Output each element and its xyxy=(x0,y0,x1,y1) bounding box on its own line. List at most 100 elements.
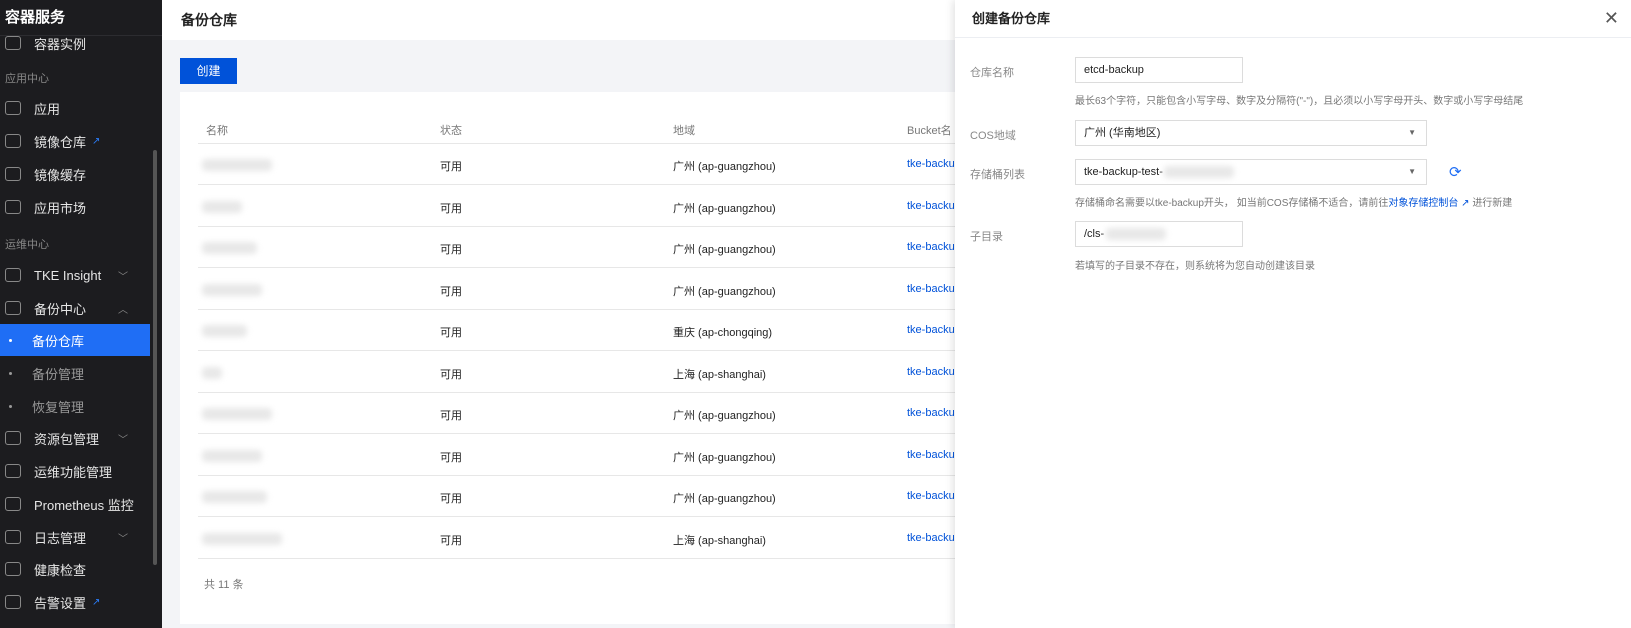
subdir-hint: 若填写的子目录不存在，则系统将为您自动创建该目录 xyxy=(1075,261,1315,272)
sidebar-item[interactable]: TKE Insight ﹀ xyxy=(0,259,150,291)
bullet-icon xyxy=(9,371,12,375)
close-icon[interactable]: ✕ xyxy=(1604,8,1619,29)
region-text: 广州 (ap-guangzhou) xyxy=(673,202,776,215)
sidebar-item[interactable]: 应用 xyxy=(0,92,150,124)
cos-console-link[interactable]: 对象存储控制台 xyxy=(1388,198,1458,209)
sidebar-item[interactable]: 日志管理 ﹀ xyxy=(0,521,150,553)
menu-icon xyxy=(5,497,21,511)
sidebar-item-label: 健康检查 xyxy=(34,562,87,578)
subdir-value: /cls- xyxy=(1084,228,1105,240)
bucket-value: tke-backup-test- xyxy=(1084,166,1163,178)
redacted-name xyxy=(202,449,262,462)
menu-icon xyxy=(5,101,21,115)
bucket-link[interactable]: tke-backu xyxy=(907,407,955,419)
sidebar-item[interactable]: 备份管理 xyxy=(0,357,150,389)
status-text: 可用 xyxy=(440,161,462,173)
sidebar-item-label: 应用市场 xyxy=(34,200,87,216)
caret-down-icon: ▼ xyxy=(1408,167,1416,176)
name-label: 仓库名称 xyxy=(970,67,1014,79)
sidebar-item[interactable]: 资源包管理 ﹀ xyxy=(0,422,150,454)
bucket-hint: 存储桶命名需要以tke-backup开头， 如当前COS存储桶不适合，请前往对象… xyxy=(1075,194,1512,209)
subdir-label: 子目录 xyxy=(970,231,1003,243)
table-row[interactable]: 可用 广州 (ap-guangzhou) tke-backu xyxy=(180,476,980,517)
sidebar-item-label: 运维功能管理 xyxy=(34,464,113,480)
bucket-link[interactable]: tke-backu xyxy=(907,366,955,378)
total-count: 共 11 条 xyxy=(204,579,244,591)
region-text: 广州 (ap-guangzhou) xyxy=(673,161,776,173)
sidebar-item[interactable]: 镜像仓库 ↗ xyxy=(0,125,150,157)
redacted-name xyxy=(202,491,267,503)
table-row[interactable]: 可用 上海 (ap-shanghai) tke-backu xyxy=(180,518,980,559)
cos-region-label: COS地域 xyxy=(970,130,1016,142)
sidebar-item[interactable]: 健康检查 xyxy=(0,553,150,585)
sidebar: 容器服务 容器实例 应用中心 应用 镜像仓库 ↗ 镜像缓存 应用市场 运维中心 TKE Insi… xyxy=(0,0,162,628)
create-button[interactable]: 创建 xyxy=(180,58,237,84)
table-row[interactable]: 可用 重庆 (ap-chongqing) tke-backu xyxy=(180,310,980,351)
page-title: 备份仓库 xyxy=(162,0,962,40)
sidebar-item-label: 镜像仓库 xyxy=(34,134,87,150)
sidebar-item-label: 日志管理 xyxy=(34,530,87,546)
subdir-input[interactable]: /cls- xyxy=(1075,221,1243,247)
sidebar-item[interactable]: 应用市场 xyxy=(0,191,150,223)
sidebar-item[interactable]: 备份仓库 xyxy=(0,324,150,356)
status-text: 可用 xyxy=(440,493,462,505)
sidebar-item-label: 告警设置 xyxy=(34,595,87,611)
cos-region-select[interactable]: 广州 (华南地区) ▼ xyxy=(1075,120,1427,146)
bucket-hint-suffix: 进行新建 xyxy=(1472,198,1513,209)
sidebar-item[interactable]: 备份中心 ︿ xyxy=(0,292,150,324)
sidebar-item[interactable]: 恢复管理 xyxy=(0,390,150,422)
sidebar-item[interactable]: Prometheus 监控 xyxy=(0,488,150,520)
chevron-up-icon: ︿ xyxy=(118,304,128,316)
external-link-icon: ↗ xyxy=(1458,198,1473,209)
table-row[interactable]: 可用 广州 (ap-guangzhou) tke-backu xyxy=(180,186,980,227)
bucket-link[interactable]: tke-backu xyxy=(907,283,955,295)
sidebar-item[interactable]: 告警设置 ↗ xyxy=(0,586,150,618)
bucket-hint-text: 存储桶命名需要以tke-backup开头， 如当前COS存储桶不适合，请前往 xyxy=(1075,198,1389,209)
table-row[interactable]: 可用 广州 (ap-guangzhou) tke-backu xyxy=(180,393,980,434)
sidebar-group-label: 运维中心 xyxy=(5,239,49,251)
region-text: 广州 (ap-guangzhou) xyxy=(673,244,776,256)
table-row[interactable]: 可用 广州 (ap-guangzhou) tke-backu xyxy=(180,269,980,310)
status-text: 可用 xyxy=(440,410,462,422)
caret-down-icon: ▼ xyxy=(1408,128,1416,137)
status-text: 可用 xyxy=(440,368,462,381)
bucket-link[interactable]: tke-backu xyxy=(907,241,955,253)
sidebar-item[interactable]: 镜像缓存 xyxy=(0,158,150,190)
table-row[interactable]: 可用 上海 (ap-shanghai) tke-backu xyxy=(180,352,980,393)
name-input[interactable]: etcd-backup xyxy=(1075,57,1243,83)
menu-icon xyxy=(5,562,21,576)
redacted-text xyxy=(1106,228,1166,240)
sidebar-item-label: 恢复管理 xyxy=(32,399,85,415)
bullet-icon xyxy=(9,404,12,408)
region-text: 广州 (ap-guangzhou) xyxy=(673,493,776,505)
column-header-region: 地域 xyxy=(673,125,695,137)
table-row[interactable]: 可用 广州 (ap-guangzhou) tke-backu xyxy=(180,227,980,268)
table-row[interactable]: 可用 广州 (ap-guangzhou) tke-backu xyxy=(180,435,980,476)
region-text: 上海 (ap-shanghai) xyxy=(673,368,766,381)
menu-icon xyxy=(5,301,21,315)
bucket-link[interactable]: tke-backu xyxy=(907,449,955,461)
status-text: 可用 xyxy=(440,244,462,256)
sidebar-item-label: 资源包管理 xyxy=(34,431,100,447)
bucket-label: 存储桶列表 xyxy=(970,169,1025,181)
table-row[interactable]: 可用 广州 (ap-guangzhou) tke-backu xyxy=(180,144,980,185)
bucket-link[interactable]: tke-backu xyxy=(907,158,955,170)
sidebar-item-label: 容器实例 xyxy=(34,36,87,52)
bucket-select[interactable]: tke-backup-test- ▼ xyxy=(1075,159,1427,185)
region-text: 广州 (ap-guangzhou) xyxy=(673,410,776,422)
sidebar-item-label: 备份中心 xyxy=(34,301,87,317)
menu-icon xyxy=(5,464,21,478)
redacted-name xyxy=(202,159,272,171)
bucket-link[interactable]: tke-backu xyxy=(907,324,955,336)
column-header-bucket: Bucket名 xyxy=(907,125,952,137)
sidebar-item-label: Prometheus 监控 xyxy=(34,497,134,513)
bucket-link[interactable]: tke-backu xyxy=(907,532,955,544)
bucket-link[interactable]: tke-backu xyxy=(907,490,955,502)
refresh-icon[interactable]: ⟳ xyxy=(1449,163,1462,181)
bucket-link[interactable]: tke-backu xyxy=(907,200,955,212)
sidebar-scrollbar[interactable] xyxy=(153,150,157,565)
redacted-text xyxy=(1164,166,1234,178)
external-link-icon: ↗ xyxy=(92,596,101,608)
sidebar-item[interactable]: 运维功能管理 xyxy=(0,455,150,487)
sidebar-item[interactable]: 容器实例 xyxy=(0,27,150,59)
